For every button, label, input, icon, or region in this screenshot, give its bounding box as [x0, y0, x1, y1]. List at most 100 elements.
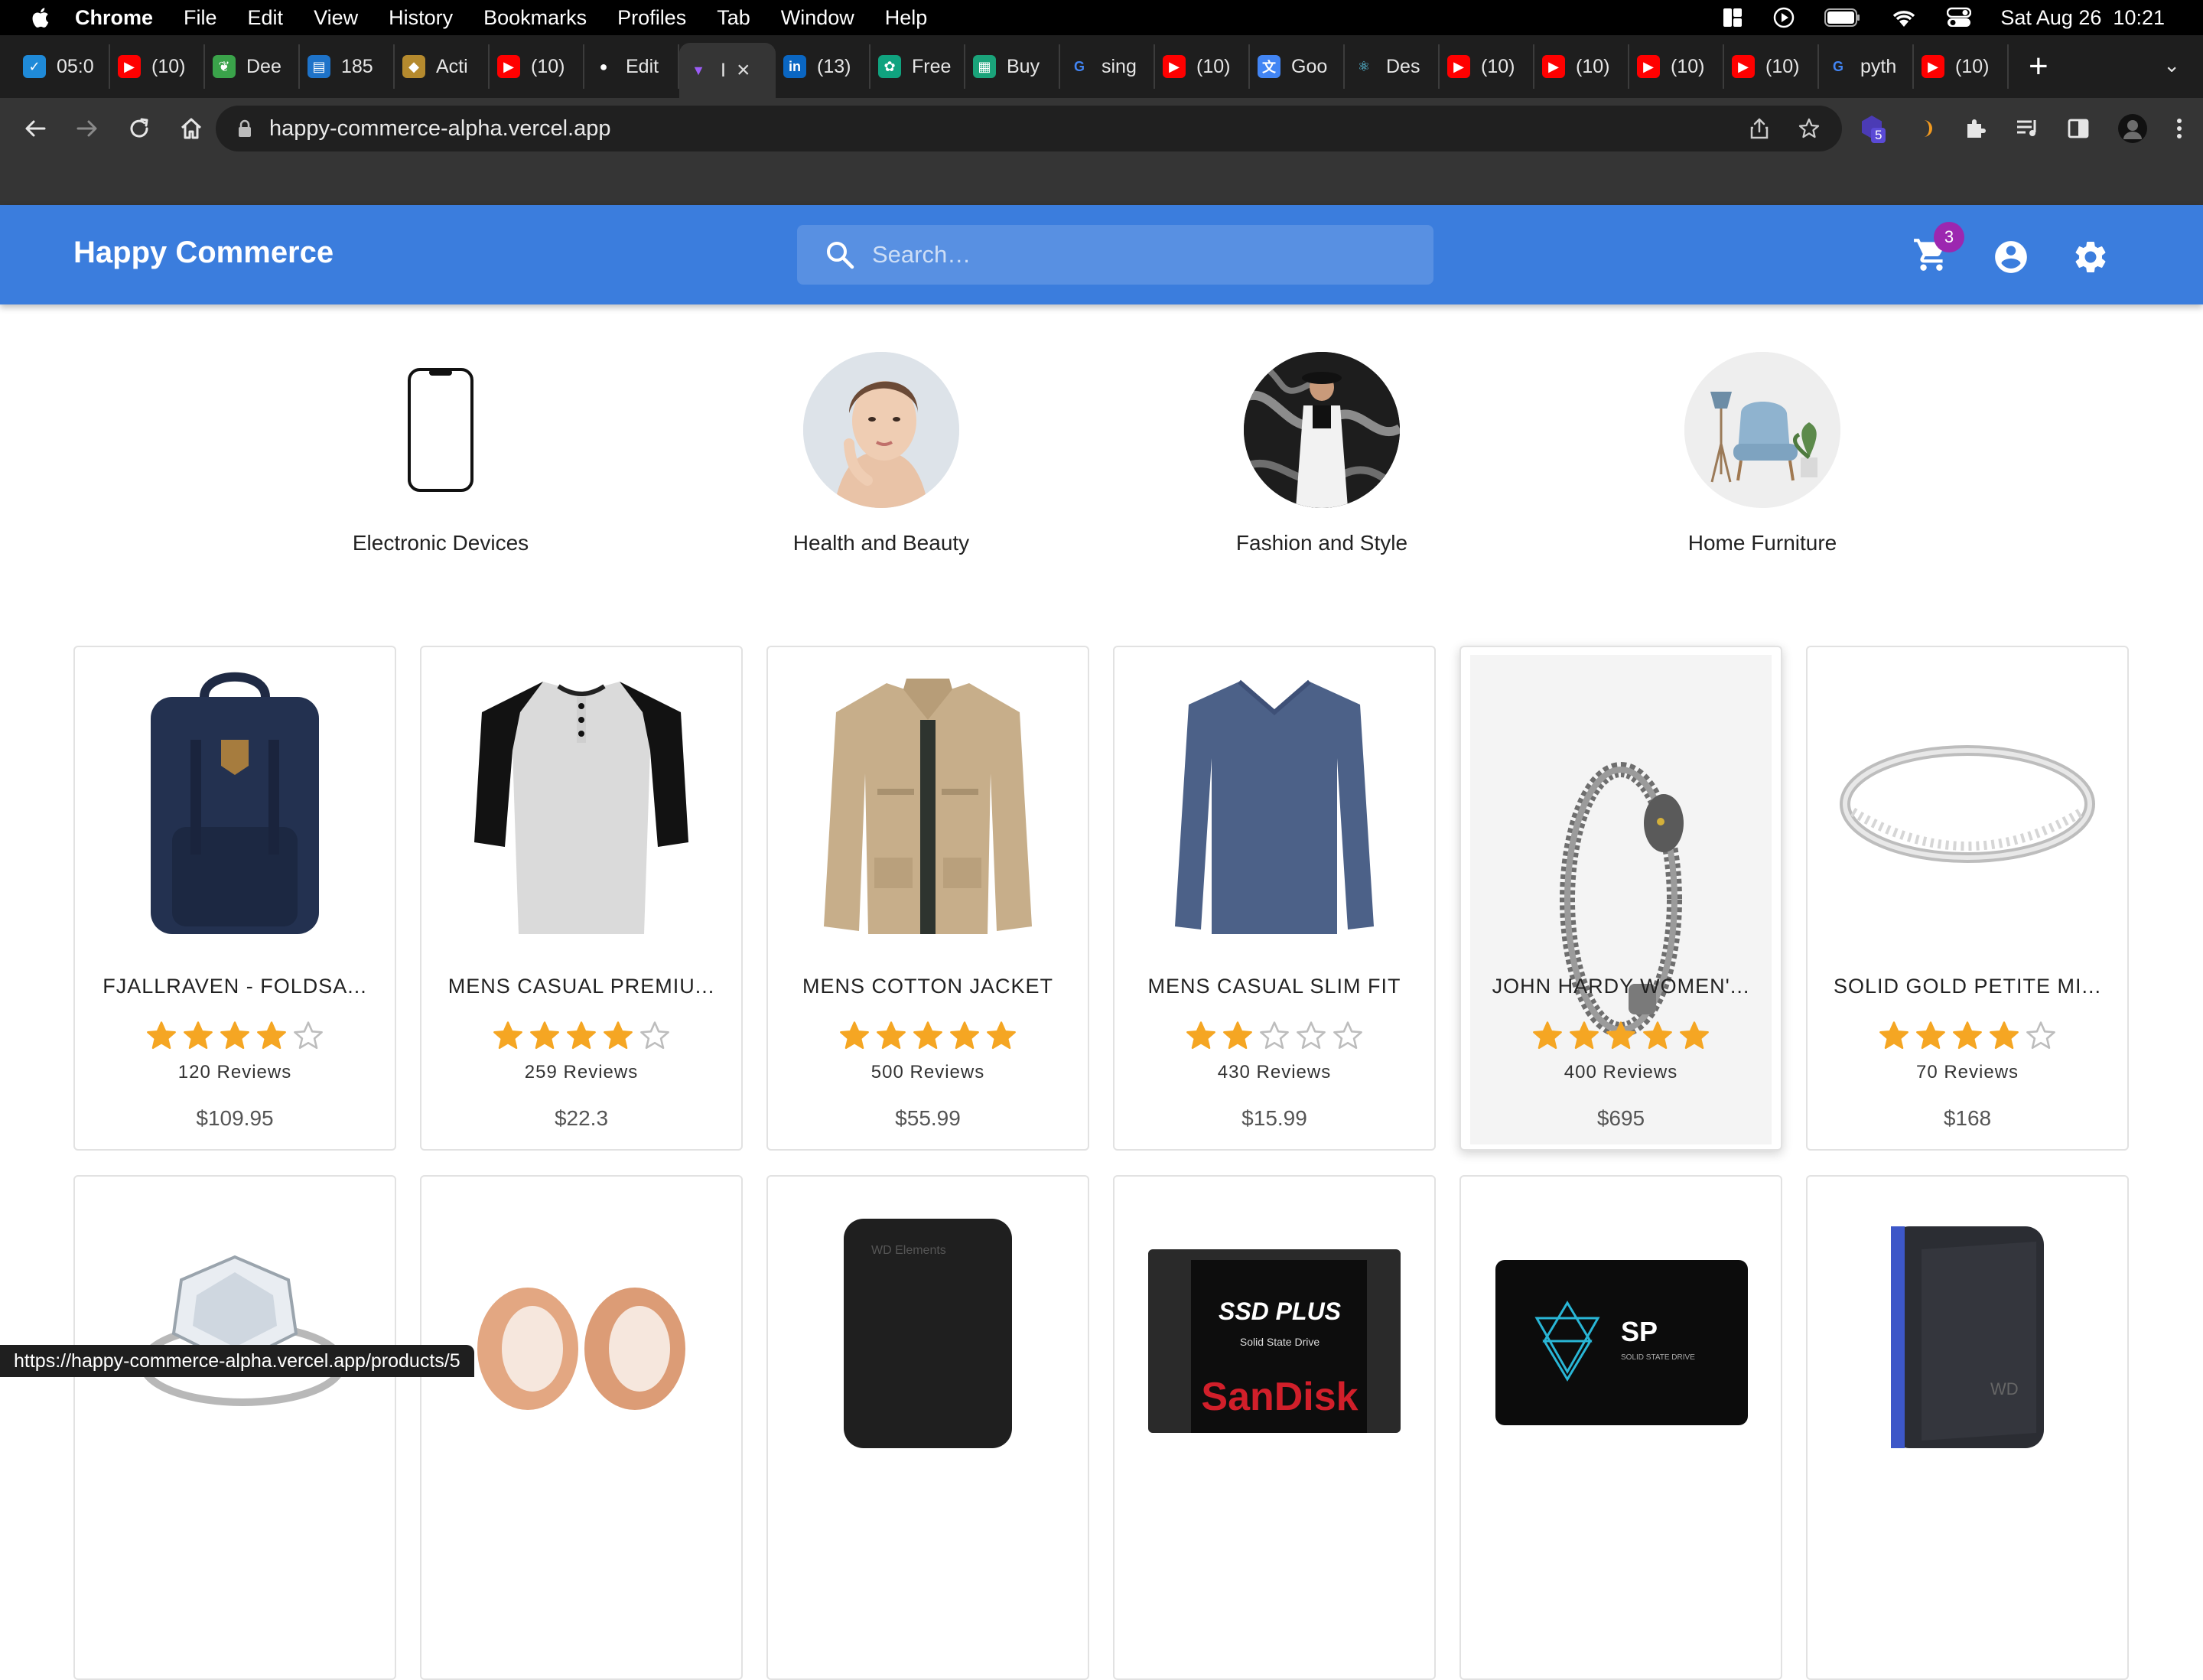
- product-card[interactable]: SP SOLID STATE DRIVE: [1459, 1175, 1782, 1680]
- home-button[interactable]: [167, 104, 216, 153]
- sp-ssd-icon[interactable]: SP SOLID STATE DRIVE: [1470, 1186, 1772, 1481]
- diamond-ring-icon[interactable]: [84, 1186, 386, 1481]
- wd-gaming-drive-icon[interactable]: WD: [1817, 1186, 2118, 1481]
- menu-help[interactable]: Help: [885, 6, 928, 30]
- more-vertical-icon[interactable]: [2175, 116, 2183, 141]
- product-title[interactable]: MENS COTTON JACKET: [768, 975, 1088, 998]
- category-fashion-style[interactable]: Fashion and Style: [1169, 352, 1475, 555]
- category-electronic-devices[interactable]: Electronic Devices: [288, 352, 594, 555]
- layout-icon[interactable]: [1722, 7, 1743, 28]
- browser-tab[interactable]: ▶ (10): [490, 44, 584, 89]
- product-title[interactable]: SOLID GOLD PETITE MI...: [1808, 975, 2127, 998]
- url-text[interactable]: happy-commerce-alpha.vercel.app: [269, 116, 611, 142]
- product-card[interactable]: [73, 1175, 396, 1680]
- browser-tab[interactable]: ● Edit: [584, 44, 679, 89]
- product-card[interactable]: MENS COTTON JACKET 500 Reviews $55.99: [766, 646, 1089, 1151]
- browser-tab[interactable]: ▶ (10): [1155, 44, 1250, 89]
- search-input[interactable]: [872, 241, 1407, 269]
- browser-tab[interactable]: ▼ I ×: [679, 43, 776, 98]
- extension-hexagon[interactable]: 5: [1859, 114, 1886, 144]
- browser-tab[interactable]: ◆ Acti: [395, 44, 490, 89]
- play-circle-icon[interactable]: [1772, 6, 1795, 29]
- rose-gold-tunnels-icon[interactable]: [431, 1186, 732, 1481]
- menu-history[interactable]: History: [389, 6, 453, 30]
- menu-file[interactable]: File: [184, 6, 217, 30]
- forward-button[interactable]: [63, 104, 112, 153]
- product-title[interactable]: FJALLRAVEN - FOLDSA...: [75, 975, 395, 998]
- product-title[interactable]: JOHN HARDY WOMEN'...: [1461, 975, 1781, 998]
- tab-title: (13): [817, 55, 851, 77]
- product-card[interactable]: [420, 1175, 743, 1680]
- ring-icon[interactable]: [1817, 656, 2118, 952]
- browser-tab[interactable]: Gpyth: [1819, 44, 1914, 89]
- tab-search-chevron-icon[interactable]: ⌄: [2163, 54, 2180, 77]
- apple-icon[interactable]: [29, 5, 54, 30]
- clock[interactable]: Sat Aug 26 10:21: [2000, 6, 2165, 30]
- browser-tab[interactable]: ▶ (10): [1629, 44, 1724, 89]
- product-title[interactable]: MENS CASUAL SLIM FIT: [1115, 975, 1434, 998]
- address-bar[interactable]: happy-commerce-alpha.vercel.app: [216, 106, 1842, 151]
- bookmark-star-icon[interactable]: [1798, 117, 1821, 140]
- account-circle-icon[interactable]: [1992, 238, 2030, 276]
- menu-app-name[interactable]: Chrome: [75, 6, 153, 30]
- product-card[interactable]: SOLID GOLD PETITE MI... 70 Reviews $168: [1806, 646, 2129, 1151]
- browser-tab[interactable]: ✿ Free: [870, 44, 965, 89]
- product-card[interactable]: SSD PLUS Solid State Drive SanDisk: [1113, 1175, 1436, 1680]
- battery-icon[interactable]: [1824, 8, 1861, 28]
- browser-tab[interactable]: ▶ (10): [1724, 44, 1819, 89]
- menu-window[interactable]: Window: [781, 6, 854, 30]
- wifi-icon[interactable]: [1890, 7, 1918, 28]
- brand-logo[interactable]: Happy Commerce: [73, 236, 334, 270]
- google-icon: G: [1073, 58, 1085, 74]
- browser-tab[interactable]: ▤ 185: [300, 44, 395, 89]
- star-filled-icon: [1916, 1021, 1945, 1050]
- browser-tab[interactable]: ⚛ Des: [1345, 44, 1440, 89]
- product-title[interactable]: MENS CASUAL PREMIU...: [421, 975, 741, 998]
- profile-avatar-icon[interactable]: [2117, 113, 2148, 144]
- product-card[interactable]: WD: [1806, 1175, 2129, 1680]
- browser-tab[interactable]: 文 Goo: [1250, 44, 1345, 89]
- raglan-shirt-icon[interactable]: [431, 656, 732, 952]
- category-health-beauty[interactable]: Health and Beauty: [728, 352, 1034, 555]
- longsleeve-icon[interactable]: [1124, 656, 1425, 952]
- category-home-furniture[interactable]: Home Furniture: [1609, 352, 1915, 555]
- browser-tab[interactable]: ▶ (10): [1534, 44, 1629, 89]
- menu-tab[interactable]: Tab: [717, 6, 750, 30]
- browser-tab[interactable]: ▶ (10): [1440, 44, 1534, 89]
- reload-button[interactable]: [115, 104, 164, 153]
- browser-tab[interactable]: Gsing: [1060, 44, 1155, 89]
- product-card[interactable]: MENS CASUAL SLIM FIT 430 Reviews $15.99: [1113, 646, 1436, 1151]
- menu-view[interactable]: View: [314, 6, 358, 30]
- control-center-icon[interactable]: [1947, 7, 1972, 28]
- cart-button[interactable]: 3: [1912, 222, 1964, 278]
- product-card[interactable]: WD Elements: [766, 1175, 1089, 1680]
- browser-tab[interactable]: in (13): [776, 44, 870, 89]
- product-card[interactable]: MENS CASUAL PREMIU... 259 Reviews $22.3: [420, 646, 743, 1151]
- puzzle-icon[interactable]: [1963, 116, 1987, 141]
- media-queue-icon[interactable]: [2015, 117, 2039, 140]
- share-icon[interactable]: [1749, 117, 1770, 140]
- menu-profiles[interactable]: Profiles: [617, 6, 686, 30]
- menu-edit[interactable]: Edit: [248, 6, 284, 30]
- product-card[interactable]: FJALLRAVEN - FOLDSA... 120 Reviews $109.95: [73, 646, 396, 1151]
- menu-bookmarks[interactable]: Bookmarks: [483, 6, 587, 30]
- browser-tab[interactable]: ✓ 05:0: [15, 44, 110, 89]
- browser-tab[interactable]: ▦ Buy: [965, 44, 1060, 89]
- side-panel-icon[interactable]: [2067, 117, 2090, 140]
- browser-tab[interactable]: ▶ (10): [1914, 44, 2009, 89]
- star-filled-icon: [220, 1021, 249, 1050]
- search-box[interactable]: [797, 225, 1433, 285]
- ssd-plus-icon[interactable]: SSD PLUS Solid State Drive SanDisk: [1124, 1186, 1425, 1481]
- backpack-icon[interactable]: [84, 656, 386, 952]
- browser-tab[interactable]: ❦ Dee: [205, 44, 300, 89]
- browser-tab[interactable]: ▶ (10): [110, 44, 205, 89]
- close-tab-icon[interactable]: ×: [737, 57, 750, 83]
- settings-gear-icon[interactable]: [2071, 238, 2110, 276]
- orange-extension-icon[interactable]: [1912, 117, 1935, 140]
- back-button[interactable]: [11, 104, 60, 153]
- jacket-icon[interactable]: [777, 656, 1079, 952]
- new-tab-button[interactable]: +: [2029, 47, 2048, 86]
- product-card[interactable]: JOHN HARDY WOMEN'... 400 Reviews $695: [1459, 646, 1782, 1151]
- lock-icon[interactable]: [237, 119, 252, 138]
- wd-drive-icon[interactable]: WD Elements: [777, 1186, 1079, 1481]
